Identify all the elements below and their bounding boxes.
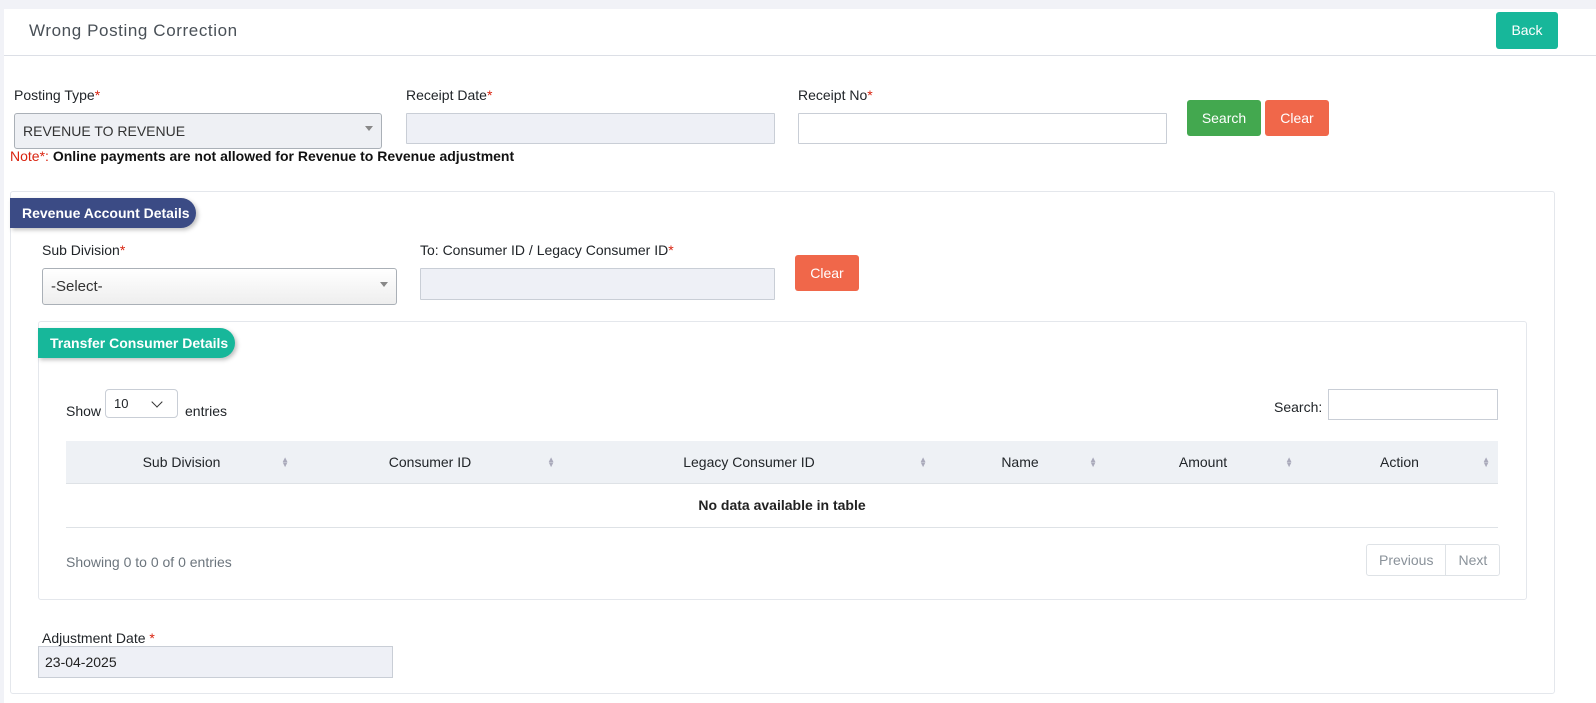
page-title: Wrong Posting Correction [29, 21, 238, 40]
consumer-id-input[interactable] [420, 268, 775, 300]
column-header-consumer-id[interactable]: Consumer ID ▲ ▼ [297, 441, 563, 484]
clear-receipt-button[interactable]: Clear [1265, 100, 1329, 136]
entries-label: entries [185, 403, 228, 419]
adjustment-date-label: Adjustment Date * [42, 630, 155, 646]
sub-division-label: Sub Division* [42, 242, 125, 258]
posting-type-select[interactable]: REVENUE TO REVENUE [14, 113, 382, 149]
table-search-label: Search: [1274, 399, 1323, 415]
adjustment-date-input[interactable]: 23-04-2025 [38, 646, 393, 678]
page-header: Wrong Posting Correction Back [4, 9, 1596, 56]
required-mark: * [867, 87, 873, 103]
receipt-no-label-text: Receipt No [798, 87, 868, 103]
sort-icon: ▲ ▼ [919, 455, 927, 469]
posting-type-value: REVENUE TO REVENUE [23, 123, 186, 139]
column-header-label: Legacy Consumer ID [683, 453, 815, 470]
receipt-no-label: Receipt No* [798, 87, 873, 103]
sort-icon: ▲ ▼ [547, 455, 555, 469]
entries-length-value: 10 [114, 396, 129, 411]
next-page-button[interactable]: Next [1445, 545, 1499, 575]
column-header-sub-division[interactable]: Sub Division ▲ ▼ [66, 441, 297, 484]
note-message: Online payments are not allowed for Reve… [52, 148, 515, 164]
entries-length-select[interactable]: 10 [105, 389, 178, 418]
sub-division-label-text: Sub Division [42, 242, 120, 258]
adjustment-date-label-text: Adjustment Date [42, 630, 146, 646]
required-mark: * [486, 87, 493, 103]
column-header-label: Name [1001, 453, 1039, 470]
dropdown-caret-icon [380, 281, 388, 287]
sub-division-select[interactable]: -Select- [42, 268, 397, 305]
show-label: Show [66, 403, 102, 419]
transfer-consumer-tag: Transfer Consumer Details [38, 328, 235, 358]
column-header-label: Action [1380, 453, 1419, 470]
chevron-down-icon [151, 396, 163, 408]
receipt-date-label-text: Receipt Date [406, 87, 487, 103]
empty-table-message: No data available in table [66, 483, 1498, 528]
pagination: Previous Next [1366, 544, 1501, 576]
table-info: Showing 0 to 0 of 0 entries [66, 554, 232, 570]
revenue-account-tag: Revenue Account Details [10, 198, 196, 228]
transfer-consumer-table: Sub Division ▲ ▼ Consumer ID ▲ ▼ Legacy Cons… [66, 441, 1498, 528]
table-search-input[interactable] [1328, 389, 1498, 420]
dropdown-caret-icon [365, 126, 373, 131]
column-header-name[interactable]: Name ▲ ▼ [935, 441, 1105, 484]
consumer-id-label: To: Consumer ID / Legacy Consumer ID* [420, 242, 674, 258]
sort-icon: ▲ ▼ [1089, 455, 1097, 469]
note-text: Note*: Online payments are not allowed f… [10, 148, 514, 164]
posting-type-label-text: Posting Type [14, 87, 95, 103]
receipt-no-input[interactable] [798, 113, 1167, 144]
column-header-legacy-consumer-id[interactable]: Legacy Consumer ID ▲ ▼ [563, 441, 935, 484]
note-prefix: Note*: [10, 148, 49, 164]
sort-icon: ▲ ▼ [1285, 455, 1293, 469]
sort-icon: ▲ ▼ [1482, 455, 1490, 469]
column-header-label: Amount [1178, 453, 1228, 470]
posting-type-label: Posting Type* [14, 87, 100, 103]
required-mark: * [119, 242, 126, 258]
column-header-label: Consumer ID [388, 453, 472, 470]
back-button[interactable]: Back [1496, 12, 1558, 49]
required-mark: * [149, 630, 155, 646]
required-mark: * [668, 242, 674, 258]
required-mark: * [94, 87, 101, 103]
sort-icon: ▲ ▼ [281, 455, 289, 469]
column-header-amount[interactable]: Amount ▲ ▼ [1105, 441, 1301, 484]
column-header-label: Sub Division [142, 453, 221, 470]
clear-consumer-button[interactable]: Clear [795, 255, 859, 291]
search-button[interactable]: Search [1187, 100, 1261, 136]
column-header-action[interactable]: Action ▲ ▼ [1301, 441, 1498, 484]
receipt-date-label: Receipt Date* [406, 87, 492, 103]
previous-page-button[interactable]: Previous [1367, 545, 1445, 575]
table-header-row: Sub Division ▲ ▼ Consumer ID ▲ ▼ Legacy Cons… [66, 441, 1498, 484]
table-row: No data available in table [66, 483, 1498, 528]
consumer-id-label-text: To: Consumer ID / Legacy Consumer ID [420, 242, 669, 258]
receipt-date-input[interactable] [406, 113, 775, 144]
sub-division-value: -Select- [51, 278, 103, 295]
